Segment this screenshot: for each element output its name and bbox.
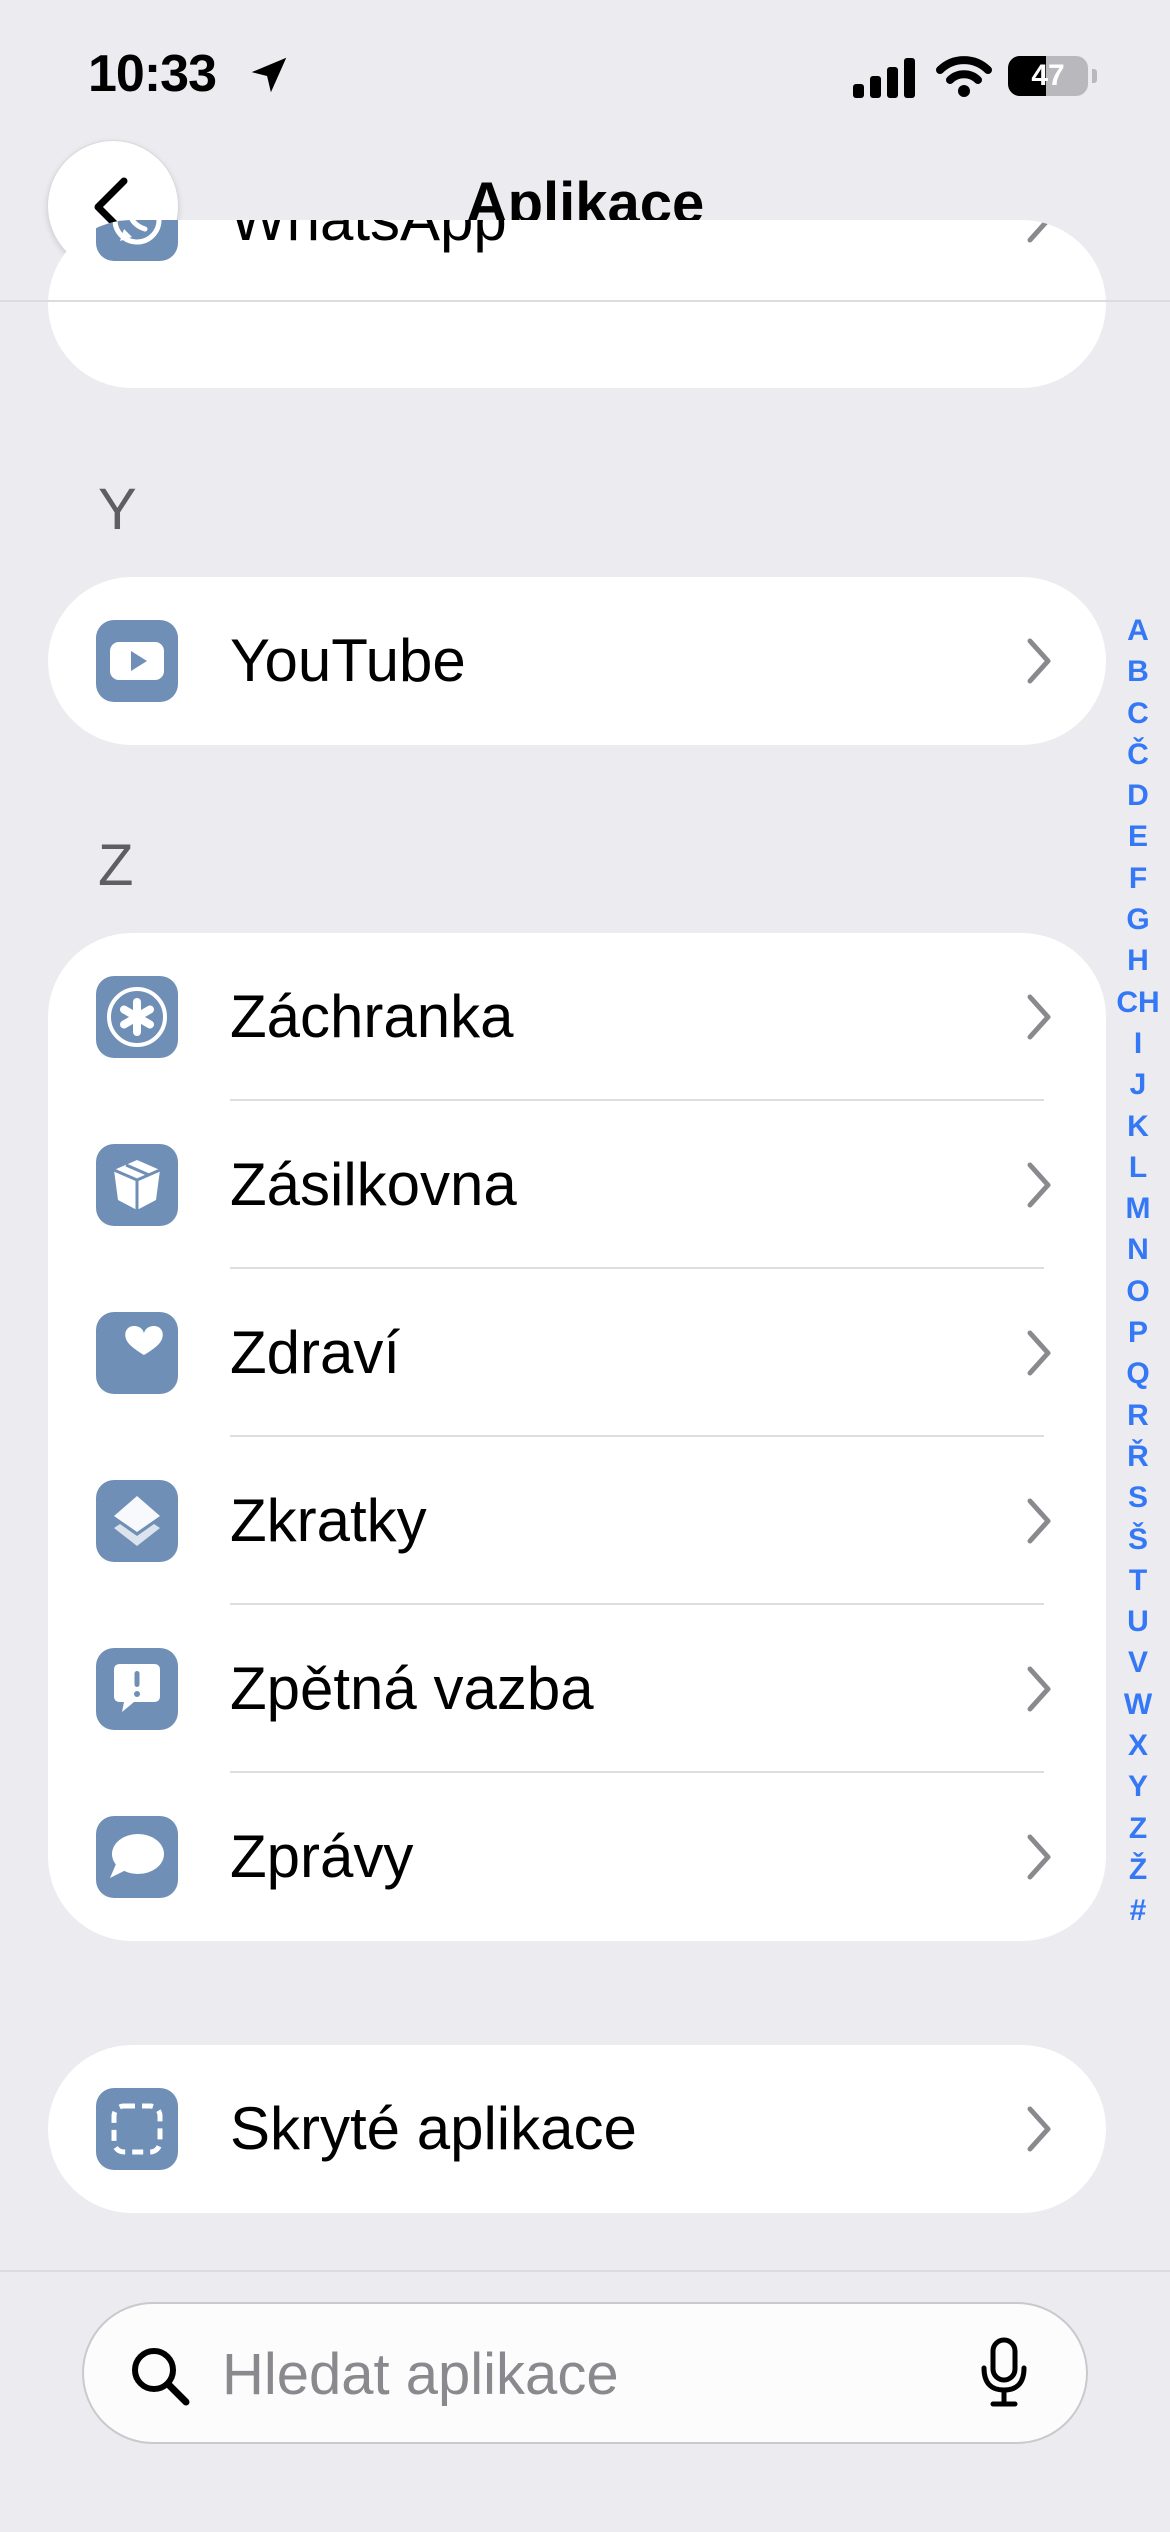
chevron-right-icon (1027, 1834, 1051, 1880)
section-index-letter[interactable]: H (1110, 940, 1166, 981)
app-label: Zásilkovna (230, 1151, 517, 1218)
app-label: Skryté aplikace (230, 2095, 637, 2162)
wifi-icon (936, 56, 992, 97)
section-index-letter[interactable]: O (1110, 1271, 1166, 1312)
section-index-letter[interactable]: V (1110, 1642, 1166, 1683)
battery-body: 47 (1008, 56, 1088, 96)
app-label: Zpětná vazba (230, 1655, 594, 1722)
section-index-letter[interactable]: C (1110, 693, 1166, 734)
app-row-whatsapp[interactable]: WhatsApp (48, 220, 1106, 304)
chevron-right-icon (1027, 638, 1051, 684)
section-index-letter[interactable]: F (1110, 858, 1166, 899)
chevron-right-icon (1027, 2106, 1051, 2152)
section-index-letter[interactable]: W (1110, 1684, 1166, 1725)
section-index-letter[interactable]: T (1110, 1560, 1166, 1601)
app-group-hidden: Skryté aplikace (48, 2045, 1106, 2213)
section-index-letter[interactable]: B (1110, 651, 1166, 692)
nav-divider (0, 300, 1170, 302)
youtube-icon (96, 620, 178, 702)
section-index-letter[interactable]: D (1110, 775, 1166, 816)
section-index-letter[interactable]: Ř (1110, 1436, 1166, 1477)
section-index-letter[interactable]: Q (1110, 1353, 1166, 1394)
bottom-divider (0, 2270, 1170, 2272)
chevron-right-icon (1027, 1498, 1051, 1544)
app-label: Zkratky (230, 1487, 427, 1554)
status-bar: 10:33 47 (0, 0, 1170, 150)
section-index-letter[interactable]: X (1110, 1725, 1166, 1766)
app-label: WhatsApp (230, 220, 507, 304)
app-label: Záchranka (230, 983, 514, 1050)
battery-indicator: 47 (1008, 56, 1097, 98)
shortcuts-icon (96, 1480, 178, 1562)
app-group-y: YouTube (48, 577, 1106, 745)
section-index-letter[interactable]: Č (1110, 734, 1166, 775)
section-index-letter[interactable]: S (1110, 1477, 1166, 1518)
hidden-apps-icon (96, 2088, 178, 2170)
section-index-letter[interactable]: I (1110, 1023, 1166, 1064)
app-row-zachranka[interactable]: Záchranka (48, 933, 1106, 1101)
app-row-zasilkovna[interactable]: Zásilkovna (48, 1101, 1106, 1269)
section-index-letter[interactable]: Y (1110, 1766, 1166, 1807)
section-index-letter[interactable]: E (1110, 816, 1166, 857)
app-row-hidden-apps[interactable]: Skryté aplikace (48, 2045, 1106, 2213)
app-label: Zprávy (230, 1823, 414, 1890)
feedback-icon (96, 1648, 178, 1730)
package-icon (96, 1144, 178, 1226)
battery-tip (1092, 69, 1097, 83)
section-header-z: Z (98, 833, 134, 898)
section-header-y: Y (98, 477, 137, 542)
section-index-letter[interactable]: U (1110, 1601, 1166, 1642)
app-row-zpravy[interactable]: Zprávy (48, 1773, 1106, 1941)
section-index-letter[interactable]: M (1110, 1188, 1166, 1229)
whatsapp-icon (96, 220, 178, 261)
app-row-zkratky[interactable]: Zkratky (48, 1437, 1106, 1605)
section-index-letter[interactable]: # (1110, 1890, 1166, 1931)
chevron-right-icon (1027, 994, 1051, 1040)
chevron-right-icon (1027, 1162, 1051, 1208)
app-row-youtube[interactable]: YouTube (48, 577, 1106, 745)
section-index-letter[interactable]: L (1110, 1147, 1166, 1188)
section-index-letter[interactable]: G (1110, 899, 1166, 940)
messages-icon (96, 1816, 178, 1898)
rescue-icon (96, 976, 178, 1058)
app-row-zpetna-vazba[interactable]: Zpětná vazba (48, 1605, 1106, 1773)
location-arrow-icon (251, 57, 287, 93)
section-index-letter[interactable]: P (1110, 1312, 1166, 1353)
search-input[interactable] (220, 2304, 1004, 2444)
app-label: YouTube (230, 627, 466, 694)
microphone-icon[interactable] (979, 2336, 1029, 2410)
app-label: Zdraví (230, 1319, 401, 1386)
section-index-letter[interactable]: N (1110, 1229, 1166, 1270)
section-index-letter[interactable]: J (1110, 1064, 1166, 1105)
section-index-letter[interactable]: A (1110, 610, 1166, 651)
section-index-letter[interactable]: R (1110, 1395, 1166, 1436)
health-heart-icon (96, 1312, 178, 1394)
chevron-right-icon (1027, 1330, 1051, 1376)
cellular-signal-icon (853, 58, 915, 98)
search-bar[interactable] (82, 2302, 1088, 2444)
battery-percentage: 47 (1031, 59, 1065, 92)
section-index-letter[interactable]: K (1110, 1106, 1166, 1147)
app-row-zdravi[interactable]: Zdraví (48, 1269, 1106, 1437)
app-group-z: Záchranka Zásilkovna Zdraví Zkratky Zpět… (48, 933, 1106, 1941)
section-index-letter[interactable]: Š (1110, 1519, 1166, 1560)
chevron-right-icon (1027, 1666, 1051, 1712)
section-index[interactable]: A B C Č D E F G H CH I J K L M N O P Q R Ř S Š T U V W X Y Z Ž # (1110, 610, 1166, 1932)
section-index-letter[interactable]: Z (1110, 1808, 1166, 1849)
chevron-right-icon (1027, 220, 1051, 243)
status-time: 10:33 (88, 45, 217, 103)
search-icon (132, 2348, 190, 2406)
section-index-letter[interactable]: CH (1110, 982, 1166, 1023)
app-group-w: WhatsApp (48, 220, 1106, 388)
section-index-letter[interactable]: Ž (1110, 1849, 1166, 1890)
